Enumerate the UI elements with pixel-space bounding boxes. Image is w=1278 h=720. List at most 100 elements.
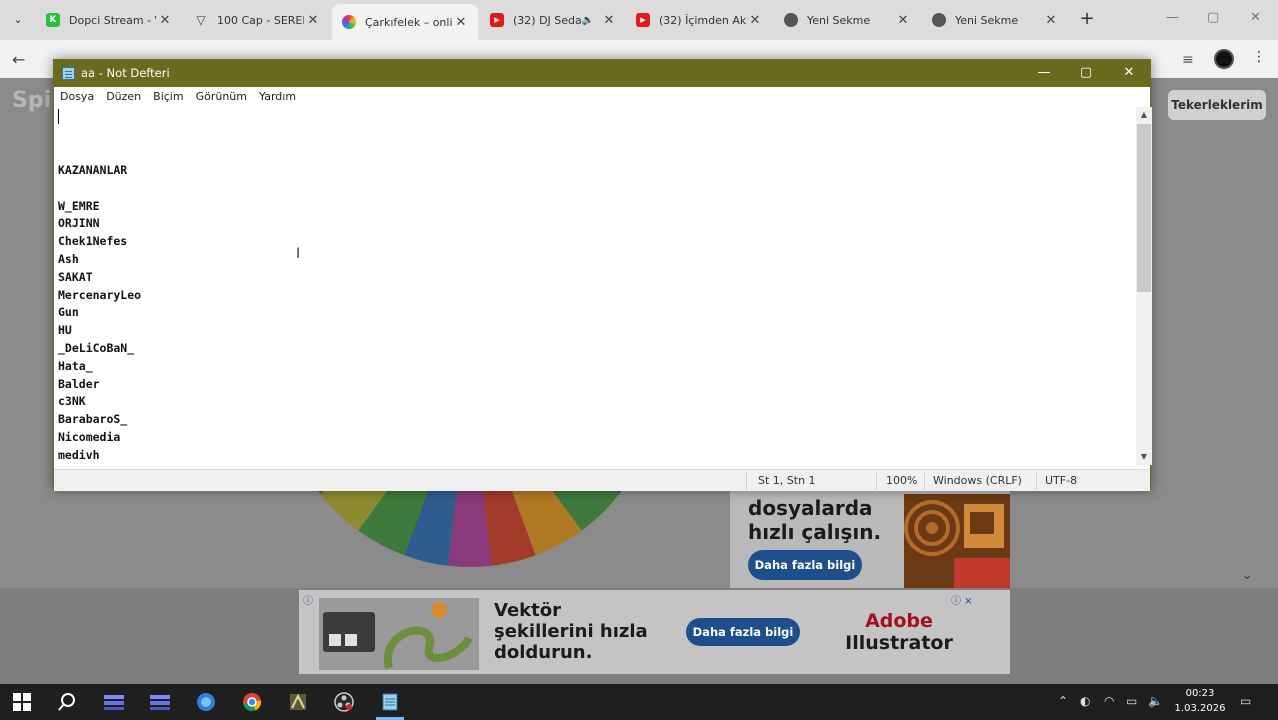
back-arrow-icon[interactable]: ← [12,50,25,69]
wheel-graphic [307,478,633,569]
browser-tab[interactable]: K Dopci Stream - V ✕ [36,6,182,34]
windows-start-icon[interactable] [10,690,34,714]
text-line: Nicomedia [58,429,121,444]
chrome-icon [932,13,946,27]
v-icon: ▽ [196,13,206,27]
close-window-icon[interactable]: ✕ [1250,10,1261,25]
windows-taskbar: ⌃ ◐ ◠ ▭ 🔈 00:23 1.03.2026 ▭ [0,684,1278,720]
volume-icon[interactable]: 🔈 [1148,694,1163,708]
mouse-ibeam-cursor: I [296,246,301,262]
my-wheels-button[interactable]: Tekerleklerim [1168,90,1266,120]
app-stack-icon[interactable] [148,690,172,714]
speaker-icon[interactable]: 🔈 [582,15,594,26]
scroll-down-icon[interactable]: ▼ [1136,449,1152,465]
notepad-status-bar: St 1, Stn 1 100% Windows (CRLF) UTF-8 [54,469,1150,491]
close-tab-icon[interactable]: ✕ [156,13,174,28]
scrollbar-thumb[interactable] [1137,124,1151,292]
text-line: Hata_ [58,358,93,373]
menu-view[interactable]: Görünüm [196,87,247,107]
close-tab-icon[interactable]: ✕ [894,13,912,28]
tab-search-chevron-icon[interactable]: ⌄ [6,8,30,32]
minimize-icon[interactable]: — [1028,64,1060,82]
zoom-level: 100% [886,474,918,487]
more-menu-icon[interactable]: ⋮ [1252,49,1266,65]
text-line: SAKAT [58,269,93,284]
window-title: aa - Not Defteri [81,66,170,80]
game-app-icon[interactable] [286,690,310,714]
notepad-app-icon[interactable] [378,690,402,714]
encoding: UTF-8 [1045,474,1078,487]
menu-file[interactable]: Dosya [60,87,94,107]
scroll-up-icon[interactable]: ▲ [1136,107,1152,123]
clock-date: 1.03.2026 [1174,703,1226,714]
browser-tab[interactable]: Yeni Sekme ✕ [774,6,920,34]
clock-time: 00:23 [1185,688,1215,699]
notepad-window[interactable]: aa - Not Defteri — ▢ ✕ Dosya Düzen Biçim… [53,59,1152,491]
adchoices-icon[interactable]: ⓘ [303,592,313,607]
taskbar-clock[interactable]: 00:23 1.03.2026 [1170,686,1230,716]
cursor-position: St 1, Stn 1 [758,474,816,487]
text-line: Chek1Nefes [58,234,128,249]
vpn-shield-icon[interactable] [194,690,218,714]
close-tab-icon[interactable]: ✕ [452,15,470,30]
side-advertisement[interactable]: dosyalarda hızlı çalışın. Daha fazla bil… [730,488,1010,588]
browser-tab[interactable]: Yeni Sekme ✕ [922,6,1068,34]
text-line: _DeLiCoBaN_ [58,340,135,355]
notepad-title-bar[interactable]: aa - Not Defteri — ▢ ✕ [54,60,1150,87]
bottom-advertisement[interactable]: ⓘ ⓘ ⨯ Vektör şekillerini hızla doldurun.… [299,590,1010,674]
youtube-icon: ▶ [490,13,504,27]
profile-avatar[interactable] [1214,49,1234,69]
chrome-icon[interactable] [240,690,264,714]
notifications-icon[interactable]: ▭ [1240,694,1251,708]
text-line: W_EMRE [58,198,100,213]
menu-format[interactable]: Biçim [153,87,183,107]
text-line: Ash [58,251,79,266]
ad-brand: Adobe Illustrator [845,610,953,654]
maximize-icon[interactable]: ▢ [1207,10,1219,25]
close-tab-icon[interactable]: ✕ [1042,13,1060,28]
text-line-blank [58,180,1136,198]
text-caret [58,109,59,124]
color-wheel-icon [342,15,356,29]
text-line: medivh [58,447,100,462]
notepad-menu-bar: Dosya Düzen Biçim Görünüm Yardım [54,87,1150,107]
text-line: HU [58,323,72,338]
bluetooth-icon[interactable]: ◐ [1080,694,1090,708]
spin-wheel[interactable] [290,478,650,578]
text-line: Balder [58,376,100,391]
show-hidden-icons-chevron[interactable]: ⌃ [1058,694,1068,708]
new-tab-plus-icon[interactable]: + [1077,9,1097,29]
maximize-icon[interactable]: ▢ [1070,64,1102,82]
minimize-icon[interactable]: — [1166,10,1179,25]
browser-tab[interactable]: ▶ (32) DJ Seda 🔈 ✕ [480,6,626,34]
ad-info-icon[interactable]: ⓘ ⨯ [951,592,973,607]
vertical-scrollbar[interactable]: ▲ ▼ [1136,107,1152,465]
search-icon[interactable] [55,690,79,714]
browser-tab[interactable]: ▽ 100 Cap - SEREN ✕ [184,6,330,34]
close-tab-icon[interactable]: ✕ [600,13,618,28]
battery-icon[interactable]: ▭ [1126,694,1137,708]
app-stack-icon[interactable] [102,690,126,714]
ad-more-info-button[interactable]: Daha fazla bilgi [748,550,862,580]
ad-artwork [904,494,1010,588]
kick-icon: K [46,13,60,27]
browser-tab-active[interactable]: Çarkıfelek – onli ✕ [332,4,478,40]
menu-help[interactable]: Yardım [259,87,296,107]
close-tab-icon[interactable]: ✕ [304,13,322,28]
chrome-icon [784,13,798,27]
ad-artwork [319,598,479,670]
chevron-down-icon[interactable]: ⌄ [1242,568,1252,582]
media-controls-icon[interactable]: ≡ [1182,52,1194,68]
ad-headline: Vektör şekillerini hızla doldurun. [494,600,648,663]
wifi-icon[interactable]: ◠ [1104,694,1114,708]
menu-edit[interactable]: Düzen [106,87,141,107]
line-ending: Windows (CRLF) [933,474,1022,487]
ad-more-info-button[interactable]: Daha fazla bilgi [686,618,800,646]
youtube-icon: ▶ [636,13,650,27]
text-line: MercenaryLeo [58,287,142,302]
close-window-icon[interactable]: ✕ [1113,64,1145,82]
obs-record-icon[interactable] [332,690,356,714]
close-tab-icon[interactable]: ✕ [746,13,764,28]
browser-tab[interactable]: ▶ (32) İçimden Akı ✕ [626,6,772,34]
notepad-text-area[interactable]: KAZANANLAR W_EMRE ORJINN Chek1Nefes Ash … [54,107,1136,465]
